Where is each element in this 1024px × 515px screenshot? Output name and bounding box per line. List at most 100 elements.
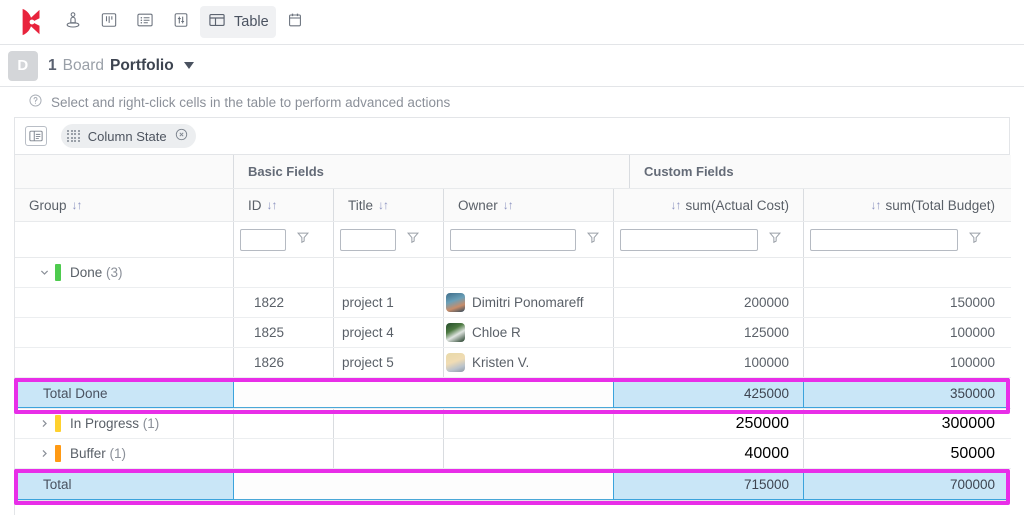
cell-total-budget[interactable]: 150000	[803, 288, 1009, 317]
table-view-icon	[207, 10, 227, 35]
column-header-title-label: Title	[348, 197, 374, 213]
toolbar-item-table-label: Table	[234, 14, 269, 30]
sort-icon[interactable]: ↓↑	[72, 198, 83, 212]
toolbar-item-table-view[interactable]: Table	[200, 6, 276, 38]
filter-cell-owner	[443, 222, 613, 257]
filter-funnel-icon[interactable]	[406, 230, 420, 249]
table-row[interactable]: 1822 project 1 Dimitri Ponomareff 200000…	[15, 288, 1011, 318]
cell-id[interactable]: 1822	[233, 288, 333, 317]
cell-actual-cost[interactable]: 125000	[613, 318, 803, 347]
group-color-bar	[55, 415, 61, 432]
cell-owner-name: Dimitri Ponomareff	[472, 295, 584, 310]
group-name-buffer: Buffer (1)	[70, 446, 127, 461]
column-header-actual-cost[interactable]: ↓↑ sum(Actual Cost)	[613, 189, 803, 221]
cell-title[interactable]: project 1	[333, 288, 443, 317]
avatar	[446, 323, 465, 342]
sort-icon[interactable]: ↓↑	[870, 198, 881, 212]
remove-circle-icon[interactable]	[175, 128, 188, 144]
cell-id[interactable]: 1826	[233, 348, 333, 377]
field-group-basic: Basic Fields	[233, 155, 629, 188]
grand-total-row[interactable]: Total 715000 700000	[15, 469, 1011, 500]
grouping-bar: Column State	[14, 117, 1010, 154]
group-row-done[interactable]: Done (3)	[15, 258, 1011, 288]
group-actual-cost-in-progress[interactable]: 250000	[613, 409, 803, 438]
filter-cell-actual-cost	[613, 222, 803, 257]
grand-total-label[interactable]: Total	[15, 469, 233, 500]
cell-actual-cost[interactable]: 200000	[613, 288, 803, 317]
chevron-down-icon[interactable]	[183, 62, 194, 69]
avatar	[446, 353, 465, 372]
board-title[interactable]: 1 Board Portfolio	[48, 57, 194, 75]
column-header-total-budget-label: sum(Total Budget)	[885, 197, 995, 213]
kanbanize-logo[interactable]	[10, 0, 54, 45]
filter-row	[15, 222, 1011, 258]
chevron-right-icon[interactable]	[33, 448, 55, 459]
cell-actual-cost[interactable]: 100000	[613, 348, 803, 377]
cell-owner[interactable]: Dimitri Ponomareff	[443, 288, 613, 317]
toolbar-item-analytics[interactable]	[164, 6, 198, 38]
help-circle-icon	[28, 93, 43, 111]
total-done-actual-cost[interactable]: 425000	[613, 378, 803, 408]
total-done-total-budget[interactable]: 350000	[803, 378, 1009, 408]
cell-owner[interactable]: Kristen V.	[443, 348, 613, 377]
group-color-bar	[55, 264, 61, 281]
cell-total-budget[interactable]: 100000	[803, 348, 1009, 377]
toolbar-item-workflow-person[interactable]	[56, 6, 90, 38]
column-chooser-icon[interactable]	[25, 126, 47, 146]
chevron-right-icon[interactable]	[33, 418, 55, 429]
column-header-owner[interactable]: Owner ↓↑	[443, 189, 613, 221]
filter-funnel-icon[interactable]	[296, 230, 310, 249]
group-actual-cost-buffer[interactable]: 40000	[613, 439, 803, 468]
filter-cell-group	[15, 222, 233, 257]
grand-total-total-budget[interactable]: 700000	[803, 469, 1009, 500]
filter-input-title[interactable]	[340, 228, 396, 251]
hint-row: Select and right-click cells in the tabl…	[0, 87, 1024, 117]
drag-dots-icon[interactable]	[67, 129, 80, 143]
filter-funnel-icon[interactable]	[768, 230, 782, 249]
sort-icon[interactable]: ↓↑	[503, 198, 514, 212]
board-name: Portfolio	[110, 56, 174, 74]
grouping-chip-column-state[interactable]: Column State	[61, 124, 196, 148]
toolbar-item-list-view[interactable]	[128, 6, 162, 38]
column-header-id[interactable]: ID ↓↑	[233, 189, 333, 221]
table-row[interactable]: 1825 project 4 Chloe R 125000 100000	[15, 318, 1011, 348]
column-header-owner-label: Owner	[458, 197, 498, 213]
cell-total-budget[interactable]: 100000	[803, 318, 1009, 347]
field-group-spacer	[15, 155, 233, 188]
filter-input-total-budget[interactable]	[810, 228, 958, 251]
chevron-down-icon[interactable]	[33, 267, 55, 278]
kanban-board-icon	[99, 10, 119, 35]
filter-input-actual-cost[interactable]	[620, 228, 758, 251]
group-row-in-progress[interactable]: In Progress (1) 250000 300000	[15, 409, 1011, 439]
toolbar-item-kanban-board[interactable]	[92, 6, 126, 38]
filter-funnel-icon[interactable]	[968, 230, 982, 249]
cell-owner[interactable]: Chloe R	[443, 318, 613, 347]
filter-input-id[interactable]	[240, 228, 286, 251]
column-header-title[interactable]: Title ↓↑	[333, 189, 443, 221]
calendar-icon	[285, 10, 305, 35]
sort-icon[interactable]: ↓↑	[670, 198, 681, 212]
total-done-row[interactable]: Total Done 425000 350000	[15, 378, 1011, 409]
analytics-icon	[171, 10, 191, 35]
column-header-total-budget[interactable]: ↓↑ sum(Total Budget)	[803, 189, 1009, 221]
cell-id[interactable]: 1825	[233, 318, 333, 347]
total-done-empty-span[interactable]	[233, 378, 613, 408]
grand-total-actual-cost[interactable]: 715000	[613, 469, 803, 500]
column-header-actual-cost-label: sum(Actual Cost)	[685, 197, 789, 213]
toolbar-item-calendar[interactable]	[278, 6, 312, 38]
filter-input-owner[interactable]	[450, 228, 576, 251]
group-total-budget-buffer[interactable]: 50000	[803, 439, 1009, 468]
table-row[interactable]: 1826 project 5 Kristen V. 100000 100000	[15, 348, 1011, 378]
cell-title[interactable]: project 4	[333, 318, 443, 347]
cell-title[interactable]: project 5	[333, 348, 443, 377]
sort-icon[interactable]: ↓↑	[267, 198, 278, 212]
filter-funnel-icon[interactable]	[586, 230, 600, 249]
total-done-label[interactable]: Total Done	[15, 378, 233, 408]
column-header-group[interactable]: Group ↓↑	[15, 189, 233, 221]
grand-total-empty-span[interactable]	[233, 469, 613, 500]
group-row-buffer[interactable]: Buffer (1) 40000 50000	[15, 439, 1011, 469]
sort-icon[interactable]: ↓↑	[378, 198, 389, 212]
field-group-custom: Custom Fields	[629, 155, 1011, 188]
group-total-budget-in-progress[interactable]: 300000	[803, 409, 1009, 438]
avatar	[446, 293, 465, 312]
